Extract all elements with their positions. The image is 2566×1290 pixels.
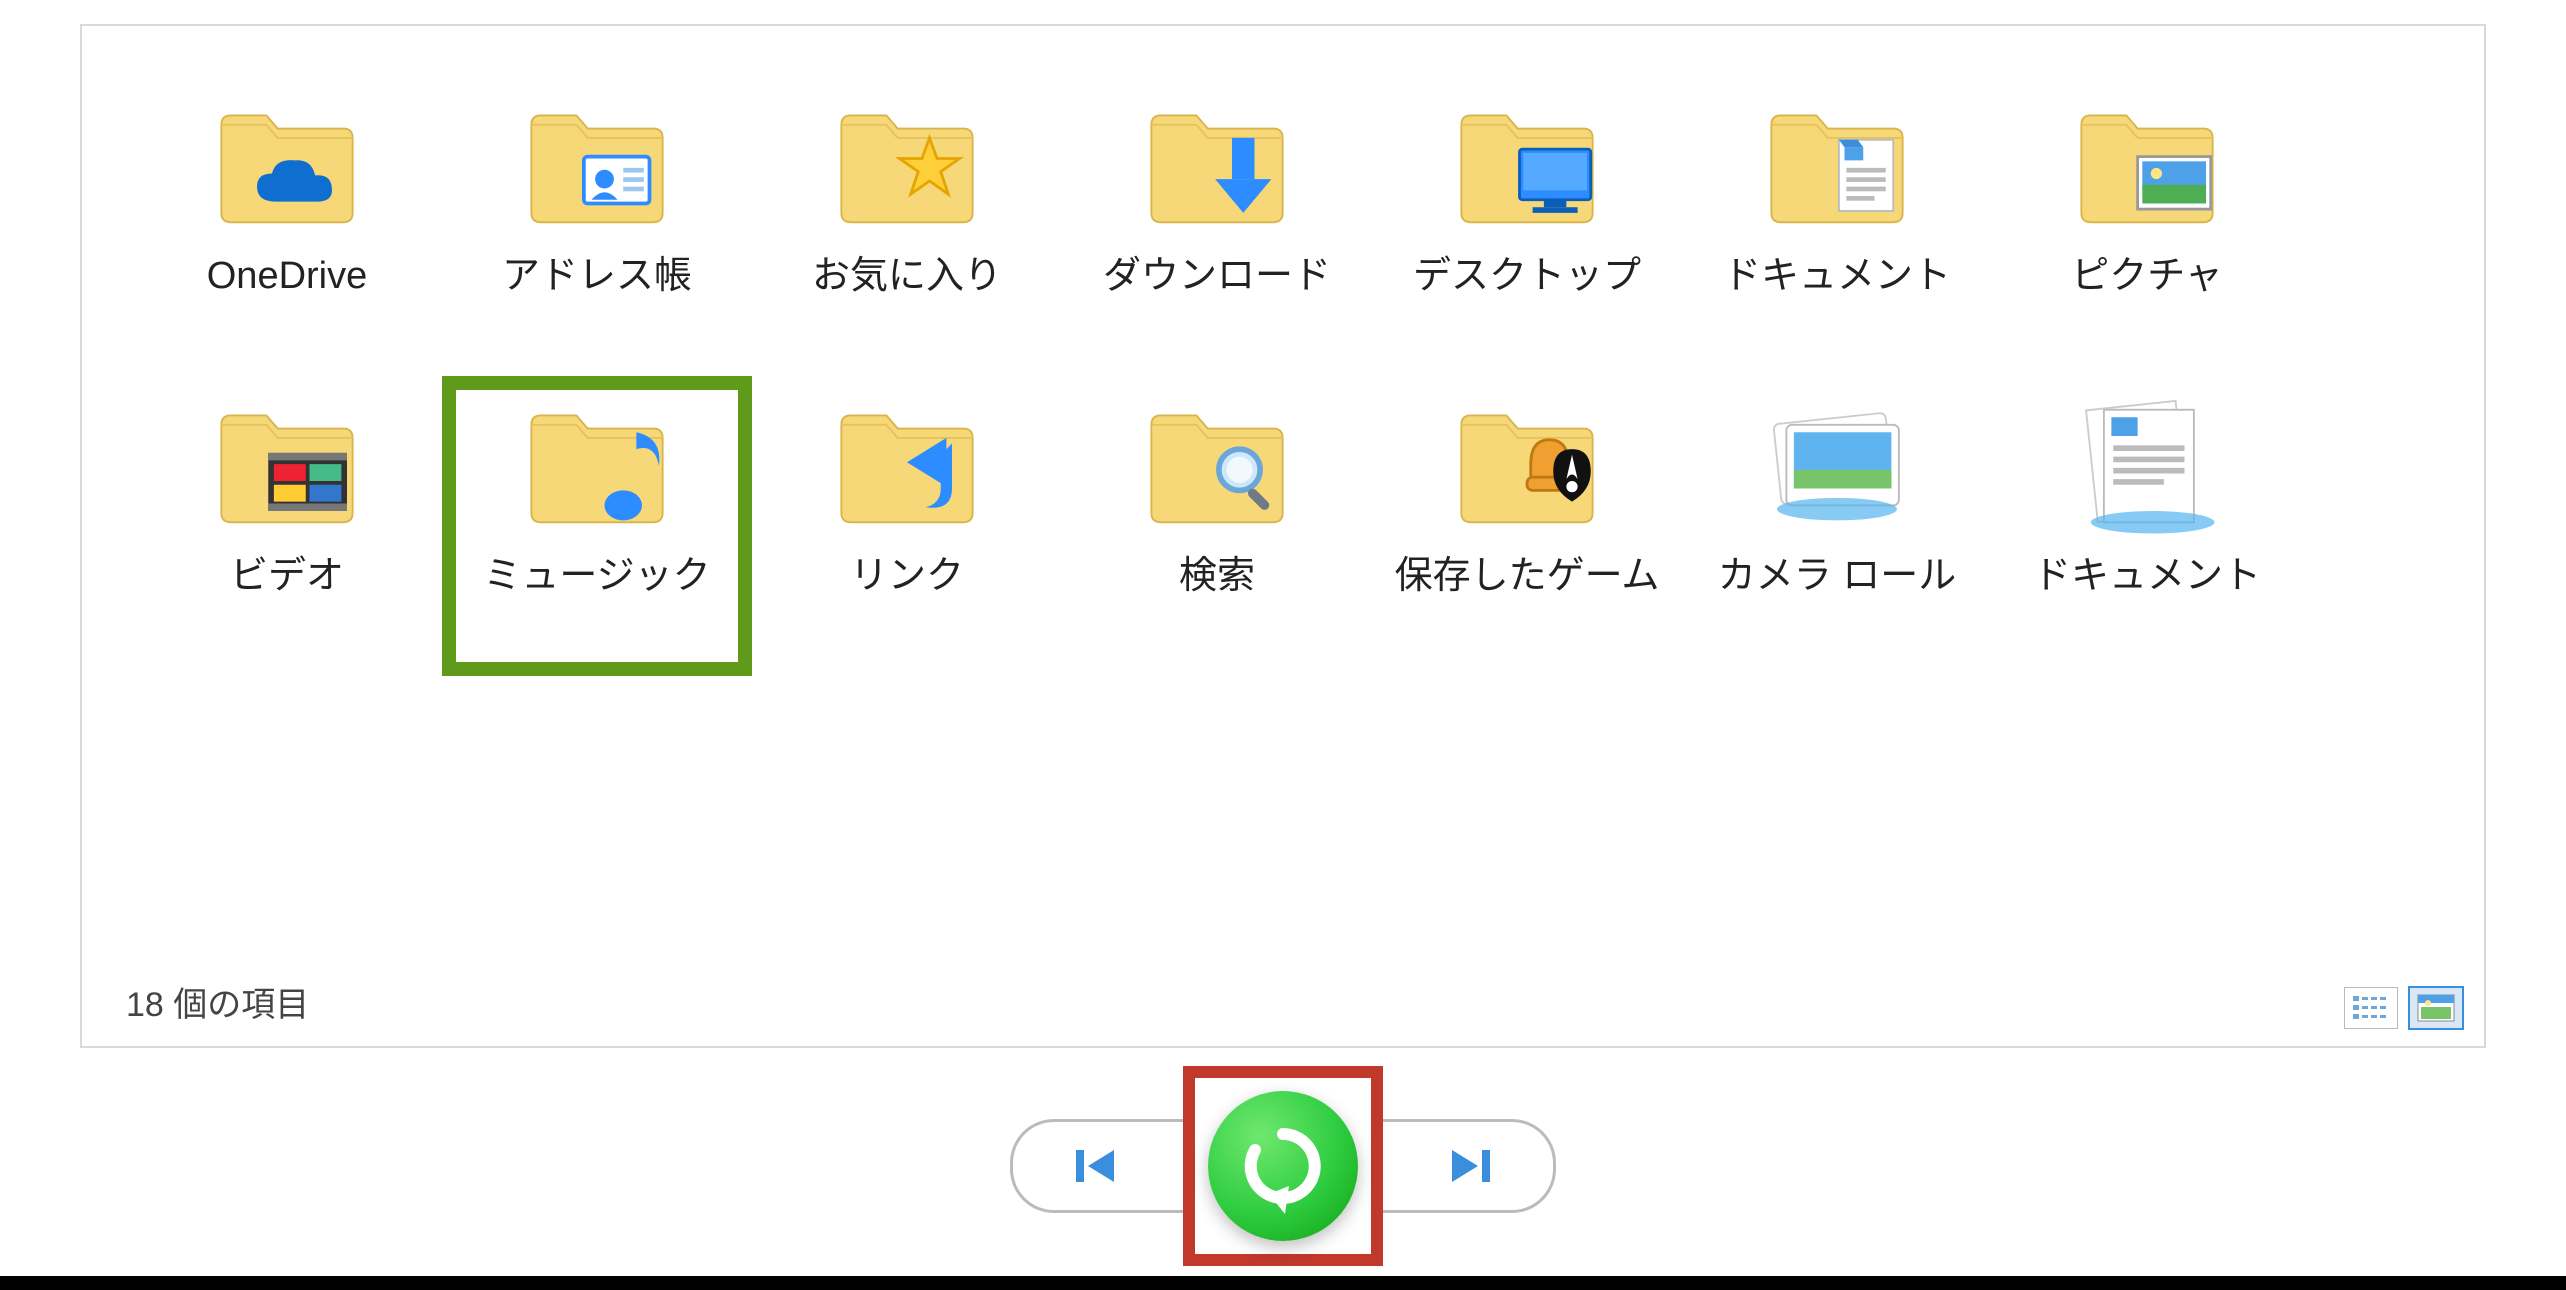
savedgames-folder-icon [1447, 386, 1607, 546]
folder-item-desktop[interactable]: デスクトップ [1372, 76, 1682, 376]
folder-item-links[interactable]: リンク [752, 376, 1062, 676]
folder-item-music[interactable]: ミュージック [442, 376, 752, 676]
favorites-folder-icon [827, 86, 987, 246]
folder-label: ピクチャ [2071, 254, 2223, 298]
folder-item-downloads[interactable]: ダウンロード [1062, 76, 1372, 376]
folder-label: リンク [850, 554, 964, 598]
folder-item-pictures[interactable]: ピクチャ [1992, 76, 2302, 376]
bottom-black-bar [0, 1276, 2566, 1290]
restore-icon [1233, 1116, 1333, 1216]
folder-item-documents[interactable]: ドキュメント [1682, 76, 1992, 376]
folder-label: 検索 [1179, 554, 1255, 598]
folder-label: デスクトップ [1413, 254, 1641, 298]
folder-item-documents2[interactable]: ドキュメント [1992, 376, 2302, 676]
folder-label: ドキュメント [2033, 554, 2261, 598]
folder-item-favorites[interactable]: お気に入り [752, 76, 1062, 376]
pictures-folder-icon [2067, 86, 2227, 246]
cameraroll-stack-icon [1757, 386, 1917, 546]
desktop-folder-icon [1447, 86, 1607, 246]
large-icons-view-button[interactable] [2408, 986, 2464, 1030]
links-folder-icon [827, 386, 987, 546]
explorer-window: OneDrive アドレス帳 お気に入り ダウンロード デスクトップ ドキュメン… [80, 24, 2486, 1048]
folder-item-contacts[interactable]: アドレス帳 [442, 76, 752, 376]
folder-label: アドレス帳 [502, 254, 692, 298]
searches-folder-icon [1137, 386, 1297, 546]
restore-button-highlight [1183, 1066, 1383, 1266]
restore-button[interactable] [1208, 1091, 1358, 1241]
folder-label: ビデオ [230, 554, 344, 598]
folder-label: お気に入り [812, 254, 1002, 298]
folder-grid: OneDrive アドレス帳 お気に入り ダウンロード デスクトップ ドキュメン… [132, 76, 2444, 676]
view-mode-toggles [2344, 986, 2464, 1030]
music-folder-icon [517, 386, 677, 546]
folder-label: OneDrive [207, 254, 368, 298]
documents-stack-icon [2067, 386, 2227, 546]
folder-item-cameraroll[interactable]: カメラ ロール [1682, 376, 1992, 676]
folder-label: ドキュメント [1723, 254, 1951, 298]
folder-label: ダウンロード [1103, 254, 1331, 298]
downloads-folder-icon [1137, 86, 1297, 246]
folder-item-onedrive[interactable]: OneDrive [132, 76, 442, 376]
details-view-button[interactable] [2344, 987, 2398, 1029]
folder-label: カメラ ロール [1718, 554, 1957, 598]
previous-version-button[interactable] [1010, 1119, 1183, 1213]
status-bar-item-count: 18 個の項目 [126, 977, 309, 1026]
folder-label: 保存したゲーム [1395, 554, 1660, 598]
videos-folder-icon [207, 386, 367, 546]
documents-folder-icon [1757, 86, 1917, 246]
onedrive-folder-icon [207, 86, 367, 246]
folder-item-searches[interactable]: 検索 [1062, 376, 1372, 676]
folder-label: ミュージック [483, 554, 710, 598]
contacts-folder-icon [517, 86, 677, 246]
next-version-button[interactable] [1383, 1119, 1556, 1213]
file-history-nav [1010, 1066, 1556, 1266]
folder-item-videos[interactable]: ビデオ [132, 376, 442, 676]
folder-item-savedgames[interactable]: 保存したゲーム [1372, 376, 1682, 676]
